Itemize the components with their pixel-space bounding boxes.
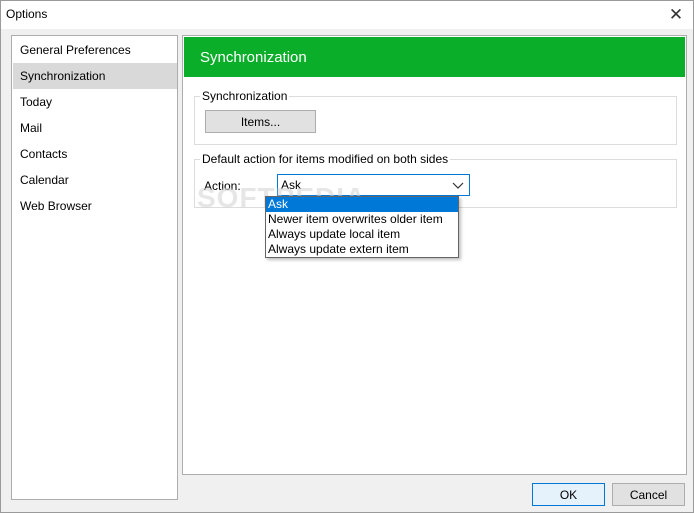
synchronization-group: Synchronization Items... xyxy=(194,89,677,145)
items-button[interactable]: Items... xyxy=(205,110,316,133)
options-window: Options ✕ General Preferences Synchroniz… xyxy=(0,0,694,513)
cancel-button[interactable]: Cancel xyxy=(612,483,685,506)
default-action-group-label: Default action for items modified on bot… xyxy=(200,152,451,166)
dropdown-option-newer-overwrites[interactable]: Newer item overwrites older item xyxy=(266,212,458,227)
action-label: Action: xyxy=(204,179,241,193)
close-icon[interactable]: ✕ xyxy=(659,1,693,29)
synchronization-group-label: Synchronization xyxy=(200,89,290,103)
sidebar-item-calendar[interactable]: Calendar xyxy=(13,167,177,193)
sidebar-item-synchronization[interactable]: Synchronization xyxy=(13,63,177,89)
action-combobox[interactable]: Ask xyxy=(277,174,470,196)
dropdown-option-update-local[interactable]: Always update local item xyxy=(266,227,458,242)
title-bar: Options ✕ xyxy=(1,1,693,29)
sidebar-item-web-browser[interactable]: Web Browser xyxy=(13,193,177,219)
action-combobox-value: Ask xyxy=(281,178,302,192)
chevron-down-icon xyxy=(452,182,464,189)
dropdown-option-ask[interactable]: Ask xyxy=(266,197,458,212)
window-title: Options xyxy=(6,7,48,21)
section-header: Synchronization xyxy=(184,37,685,77)
action-dropdown-list: Ask Newer item overwrites older item Alw… xyxy=(265,196,459,258)
sidebar-item-contacts[interactable]: Contacts xyxy=(13,141,177,167)
ok-button[interactable]: OK xyxy=(532,483,605,506)
sidebar-item-today[interactable]: Today xyxy=(13,89,177,115)
sidebar-item-general-preferences[interactable]: General Preferences xyxy=(13,37,177,63)
dropdown-option-update-extern[interactable]: Always update extern item xyxy=(266,242,458,257)
sidebar: General Preferences Synchronization Toda… xyxy=(11,35,178,500)
section-title: Synchronization xyxy=(200,49,307,66)
sidebar-item-mail[interactable]: Mail xyxy=(13,115,177,141)
